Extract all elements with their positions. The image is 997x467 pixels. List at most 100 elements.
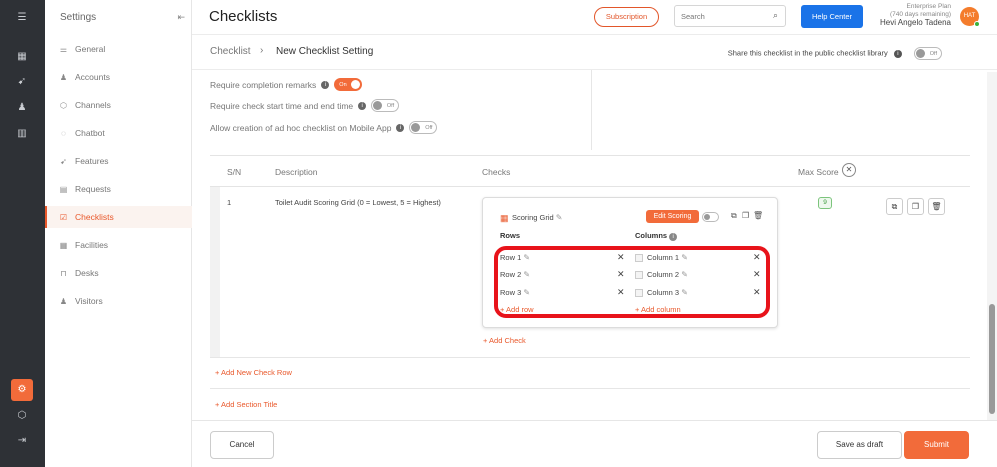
sidebar-item-chatbot[interactable]: ◌ Chatbot — [45, 122, 192, 144]
option-adhoc-mobile: Allow creation of ad hoc checklist on Mo… — [210, 121, 438, 134]
chevron-right-icon: › — [260, 45, 264, 56]
cube-icon[interactable]: ⬡ — [14, 408, 30, 424]
trash-icon[interactable]: 🗑 — [753, 211, 763, 220]
row-drag-handle[interactable] — [210, 187, 220, 357]
copy-icon[interactable]: ⧉ — [731, 211, 737, 221]
close-icon[interactable]: ✕ — [842, 163, 856, 177]
sidebar-item-label: Desks — [75, 268, 99, 278]
calendar-icon: ▦ — [59, 240, 68, 250]
copy-row-button[interactable]: ⧉ — [886, 198, 903, 215]
toggle-knob — [916, 49, 925, 58]
sidebar-item-facilities[interactable]: ▦ Facilities — [45, 234, 192, 256]
scrollbar[interactable] — [987, 72, 997, 420]
submit-button[interactable]: Submit — [904, 431, 969, 459]
avatar[interactable]: HAT — [960, 7, 980, 27]
footer-actions: Cancel Save as draft Submit — [192, 420, 997, 467]
completion-remarks-toggle[interactable]: On — [334, 78, 363, 91]
scoring-toggle[interactable] — [702, 212, 719, 222]
col-header-max-score: Max Score — [798, 167, 839, 177]
collapse-icon[interactable]: ⇤ — [177, 12, 185, 23]
add-section-title-link[interactable]: + Add Section Title — [215, 400, 277, 409]
delete-row-button[interactable]: 🗑 — [928, 198, 945, 215]
duplicate-icon: ❐ — [911, 202, 920, 211]
pencil-icon[interactable]: ✎ — [556, 213, 563, 222]
sidebar-item-accounts[interactable]: ♟ Accounts — [45, 66, 192, 88]
share-label: Share this checklist in the public check… — [727, 48, 888, 58]
people-icon[interactable]: ♟ — [14, 100, 30, 116]
list-icon: ▤ — [59, 184, 68, 194]
max-score-badge: 9 — [818, 197, 832, 209]
start-end-time-toggle[interactable]: Off — [371, 99, 400, 112]
add-check-row-link[interactable]: + Add New Check Row — [215, 368, 292, 377]
share-toggle[interactable]: Off — [914, 47, 942, 60]
visitors-icon: ♟ — [59, 296, 68, 306]
search-input[interactable] — [681, 6, 766, 26]
search-box: ⌕ — [674, 5, 786, 27]
logout-icon[interactable]: ⇥ — [14, 433, 30, 449]
col-header-sn: S/N — [227, 167, 242, 177]
highlight-annotation — [494, 246, 770, 318]
adhoc-mobile-toggle[interactable]: Off — [409, 121, 438, 134]
menu-icon[interactable]: ☰ — [14, 10, 30, 26]
sidebar-item-features[interactable]: ➹ Features — [45, 150, 192, 172]
sidebar-item-channels[interactable]: ⬡ Channels — [45, 94, 192, 116]
top-bar: Checklists Subscription ⌕ Help Center En… — [192, 0, 997, 35]
online-status-icon — [974, 21, 980, 27]
table-header: S/N Description Checks Max Score ✕ — [210, 155, 970, 187]
sidebar-item-label: Accounts — [75, 72, 110, 82]
columns-header: Columns i — [635, 231, 678, 241]
sidebar-item-requests[interactable]: ▤ Requests — [45, 178, 192, 200]
sidebar-item-label: Channels — [75, 100, 111, 110]
info-icon: i — [893, 50, 902, 59]
dashboard-icon[interactable]: ▦ — [14, 49, 30, 65]
sidebar-item-general[interactable]: ⚌ General — [45, 38, 192, 60]
row-sn: 1 — [227, 198, 232, 207]
settings-icon[interactable]: ⚙ — [11, 379, 33, 401]
subscription-button[interactable]: Subscription — [594, 7, 659, 27]
add-check-link[interactable]: + Add Check — [483, 336, 526, 345]
toggle-label: Off — [929, 51, 937, 57]
row-description[interactable]: Toilet Audit Scoring Grid (0 = Lowest, 5… — [275, 198, 441, 207]
sidebar-item-label: Facilities — [75, 240, 109, 250]
duplicate-icon[interactable]: ❐ — [742, 211, 749, 220]
chat-icon: ◌ — [61, 128, 66, 138]
toggle-label: Off — [425, 125, 433, 131]
breadcrumb: Checklist › New Checklist Setting Share … — [192, 35, 997, 70]
rocket-icon: ➹ — [60, 156, 67, 166]
cancel-button[interactable]: Cancel — [210, 431, 274, 459]
sidebar-item-visitors[interactable]: ♟ Visitors — [45, 290, 192, 312]
duplicate-row-button[interactable]: ❐ — [907, 198, 924, 215]
scoring-grid-title: Scoring Grid ✎ — [512, 213, 563, 222]
toggle-knob — [373, 101, 383, 110]
desk-icon: ⊓ — [60, 268, 67, 278]
help-center-button[interactable]: Help Center — [801, 5, 863, 28]
plan-name: Enterprise Plan — [906, 3, 951, 10]
analytics-icon[interactable]: ▥ — [14, 126, 30, 142]
toggle-label: Off — [386, 103, 395, 109]
copy-icon: ⧉ — [891, 202, 898, 211]
sidebar-item-checklists[interactable]: ☑ Checklists — [45, 206, 192, 228]
save-draft-button[interactable]: Save as draft — [817, 431, 902, 459]
option-label: Require completion remarks — [210, 79, 317, 90]
sidebar-item-desks[interactable]: ⊓ Desks — [45, 262, 192, 284]
divider — [591, 70, 592, 150]
search-icon[interactable]: ⌕ — [773, 10, 778, 21]
rows-header: Rows — [500, 231, 521, 240]
rocket-icon[interactable]: ➹ — [14, 74, 30, 90]
avatar-initials: HAT — [963, 13, 976, 19]
info-icon: i — [321, 80, 330, 89]
user-name: Hevi Angelo Tadena — [879, 18, 951, 27]
option-label: Allow creation of ad hoc checklist on Mo… — [210, 122, 392, 133]
app-rail: ☰ ▦ ➹ ♟ ▥ ⚙ ⬡ ⇥ — [0, 0, 45, 467]
sidebar-item-label: Chatbot — [75, 128, 105, 138]
checklist-icon: ☑ — [59, 212, 68, 222]
scrollbar-thumb[interactable] — [989, 304, 995, 414]
edit-scoring-button[interactable]: Edit Scoring — [646, 210, 699, 223]
sidebar-title: Settings — [60, 12, 97, 23]
toggle-knob — [411, 123, 421, 132]
page-title: Checklists — [209, 8, 278, 25]
sidebar-header: Settings ⇤ — [45, 0, 191, 35]
breadcrumb-parent[interactable]: Checklist — [210, 46, 251, 57]
option-start-end-time: Require check start time and end time i … — [210, 99, 400, 112]
info-icon: i — [669, 233, 678, 241]
